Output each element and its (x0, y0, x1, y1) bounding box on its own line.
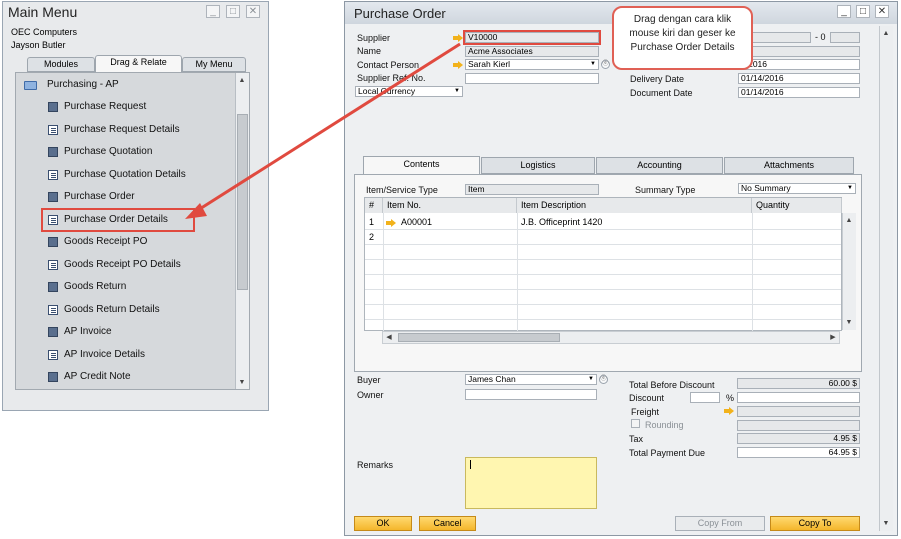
drag-arrow (185, 42, 461, 219)
